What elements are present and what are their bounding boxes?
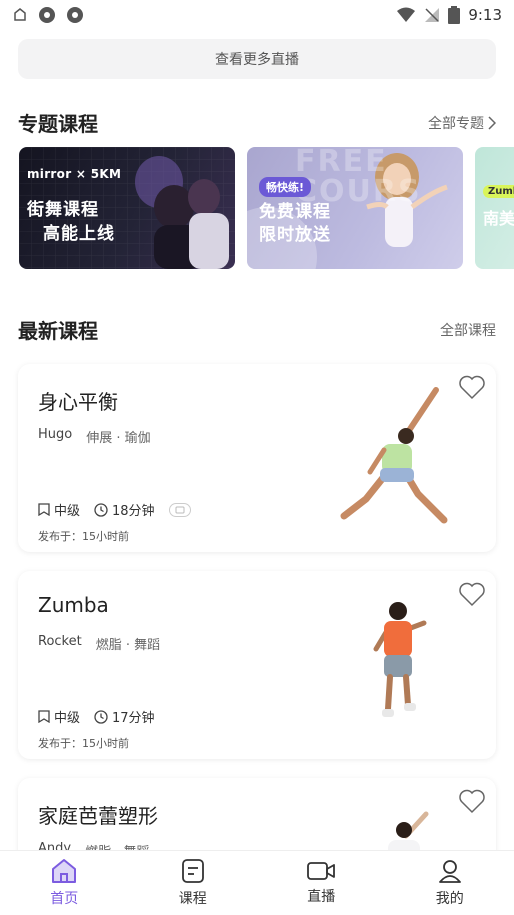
topic-banner-zumba[interactable]: Zumb 南美 (475, 147, 514, 269)
tab-home[interactable]: 首页 (0, 851, 129, 915)
publish-date: 发布于：15小时前 (38, 737, 129, 750)
course-stats: 中级 18分钟 (38, 500, 191, 519)
device-badge-icon (168, 502, 191, 517)
level-stat: 中级 (38, 500, 80, 519)
course-icon (181, 859, 204, 883)
banner-title-line2: 限时放送 (259, 225, 331, 245)
status-left (12, 6, 84, 24)
status-time: 9:13 (468, 6, 502, 24)
tab-profile[interactable]: 我的 (386, 851, 514, 915)
topic-banner-carousel: mirror × 5KM 街舞课程 高能上线 FREE COURS 畅快练! 免… (19, 147, 514, 270)
course-title: 家庭芭蕾塑形 (38, 804, 158, 828)
tab-label: 首页 (50, 891, 79, 907)
status-bar: 9:13 (0, 0, 514, 30)
publish-date: 发布于：15小时前 (38, 530, 129, 543)
tab-courses[interactable]: 课程 (129, 851, 258, 915)
wifi-icon (397, 7, 416, 22)
duration-stat: 17分钟 (94, 707, 155, 726)
banner-title-line1: 免费课程 (259, 202, 331, 222)
topic-banner-hiphop[interactable]: mirror × 5KM 街舞课程 高能上线 (19, 147, 235, 269)
duration-label: 17分钟 (112, 711, 155, 726)
clock-icon (94, 709, 108, 724)
coach-name: Hugo (38, 427, 73, 442)
banner-tag: 畅快练! (259, 177, 312, 197)
banner-tag: Zumb (483, 185, 514, 198)
banner-title-line2: 高能上线 (43, 224, 115, 244)
home-icon (52, 859, 77, 883)
tab-label: 我的 (435, 891, 464, 907)
heart-icon[interactable] (458, 581, 486, 607)
special-courses-header: 专题课程 全部专题 (18, 108, 496, 137)
banner-brand: mirror × 5KM (27, 167, 122, 181)
camera-icon (307, 862, 336, 880)
app-icon-2 (67, 7, 83, 23)
topic-banner-free[interactable]: FREE COURS 畅快练! 免费课程 限时放送 (247, 147, 463, 269)
tab-label: 课程 (178, 891, 207, 907)
course-stats: 中级 17分钟 (38, 707, 155, 726)
notification-icon (14, 8, 26, 21)
course-title: Zumba (38, 593, 109, 617)
latest-courses-header: 最新课程 全部课程 (18, 315, 496, 344)
instructor-figure (373, 602, 427, 717)
level-label: 中级 (54, 504, 81, 519)
heart-icon[interactable] (458, 374, 486, 400)
no-signal-icon (425, 8, 440, 22)
duration-label: 18分钟 (112, 504, 155, 519)
chevron-right-icon (488, 115, 496, 130)
profile-icon (438, 860, 461, 883)
banner-title-line1: 街舞课程 (27, 200, 99, 220)
all-topics-label: 全部专题 (428, 115, 484, 132)
more-live-button[interactable]: 查看更多直播 (18, 39, 496, 79)
banner-title-line1: 南美 (483, 209, 514, 228)
course-category: 伸展 · 瑜伽 (86, 431, 151, 446)
level-label: 中级 (54, 711, 81, 726)
course-card[interactable]: 身心平衡 Hugo 伸展 · 瑜伽 中级 18分钟 发布于：15小时前 (18, 364, 496, 552)
all-courses-link[interactable]: 全部课程 (440, 320, 496, 340)
instructor-figure (340, 387, 448, 524)
latest-courses-title: 最新课程 (18, 319, 98, 343)
heart-icon[interactable] (458, 788, 486, 814)
bookmark-icon (38, 710, 50, 723)
tab-live[interactable]: 直播 (257, 851, 386, 915)
bookmark-icon (38, 503, 50, 516)
app-icon (39, 7, 55, 23)
course-title: 身心平衡 (38, 390, 118, 414)
course-meta: Hugo 伸展 · 瑜伽 (38, 427, 151, 446)
status-right: 9:13 (396, 6, 502, 24)
coach-name: Rocket (38, 634, 82, 649)
special-courses-title: 专题课程 (18, 112, 98, 136)
tab-label: 直播 (307, 889, 336, 905)
course-card[interactable]: Zumba Rocket 燃脂 · 舞蹈 中级 17分钟 发布于：15小时前 (18, 571, 496, 759)
course-category: 燃脂 · 舞蹈 (95, 638, 161, 653)
battery-icon (448, 6, 461, 24)
duration-stat: 18分钟 (94, 500, 155, 519)
bottom-tab-bar: 首页 课程 直播 我的 (0, 850, 514, 915)
course-meta: Rocket 燃脂 · 舞蹈 (38, 634, 160, 653)
clock-icon (94, 502, 108, 517)
level-stat: 中级 (38, 707, 80, 726)
all-topics-link[interactable]: 全部专题 (428, 113, 496, 133)
